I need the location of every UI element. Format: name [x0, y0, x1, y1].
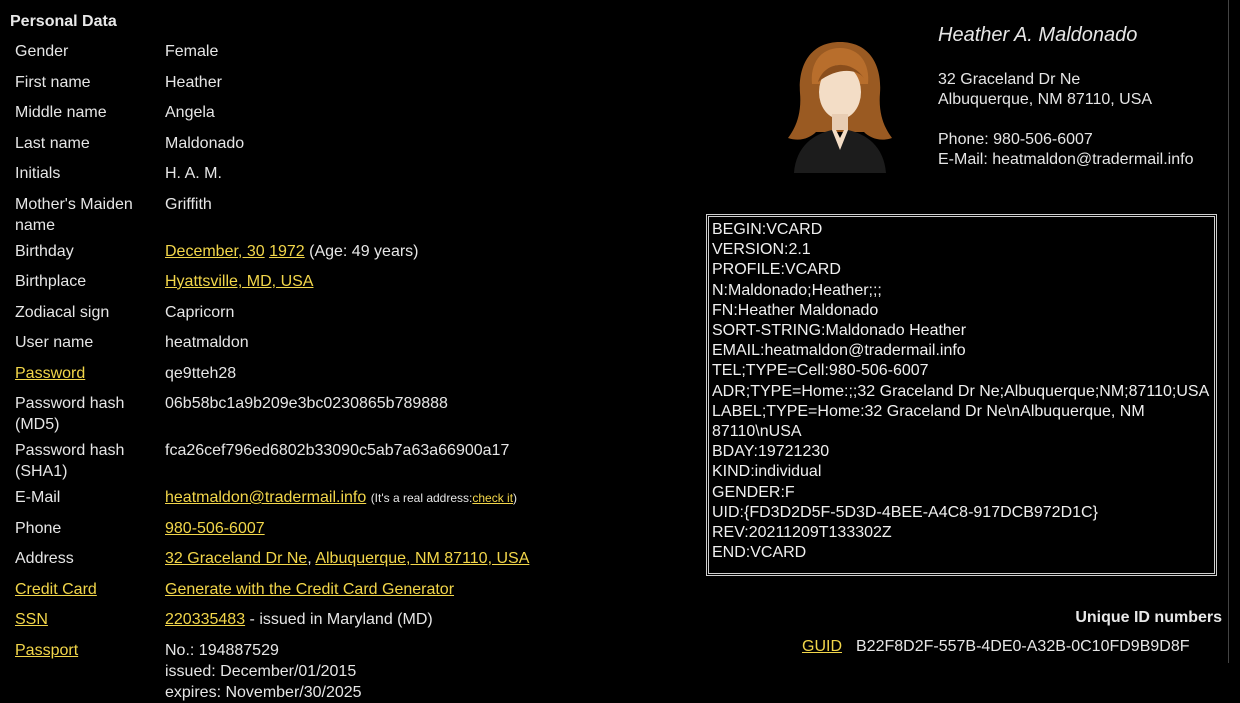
zodiac-label: Zodiacal sign: [15, 303, 110, 321]
first-name-label: First name: [15, 73, 91, 91]
zodiac-value: Capricorn: [165, 303, 235, 321]
street-link[interactable]: 32 Graceland Dr Ne: [165, 550, 307, 567]
address-separator: ,: [307, 550, 312, 567]
md5-label: Password hash (MD5): [15, 395, 125, 433]
birthplace-label: Birthplace: [15, 273, 87, 290]
birthday-year-link[interactable]: 1972: [269, 243, 305, 260]
email-note-close: ): [513, 491, 518, 505]
row-passport: Passport No.: 194887529 issued: December…: [10, 637, 670, 703]
guid-row: GUID B22F8D2F-557B-4DE0-A32B-0C10FD9B9D8F: [802, 638, 1189, 656]
person-email: E-Mail: heatmaldon@tradermail.info: [938, 151, 1194, 168]
vcard-line: UID:{FD3D2D5F-5D3D-4BEE-A4C8-917DCB972D1…: [712, 503, 1098, 521]
vcard-line: N:Maldonado;Heather;;;: [712, 281, 882, 299]
birthday-label: Birthday: [15, 242, 74, 260]
vcard-line: ADR;TYPE=Home:;;32 Graceland Dr Ne;Albuq…: [712, 382, 1210, 400]
row-birthplace: Birthplace Hyattsville, MD, USA: [10, 268, 670, 299]
row-gender: Gender Female: [10, 38, 670, 69]
maiden-name-value: Griffith: [165, 195, 212, 213]
username-label: User name: [15, 334, 94, 351]
row-md5: Password hash (MD5) 06b58bc1a9b209e3bc02…: [10, 390, 670, 437]
maiden-name-label: Mother's Maiden name: [15, 195, 133, 234]
guid-value: B22F8D2F-557B-4DE0-A32B-0C10FD9B9D8F: [856, 638, 1190, 655]
password-value: qe9tteh28: [165, 364, 237, 382]
birthplace-link[interactable]: Hyattsville, MD, USA: [165, 273, 313, 290]
row-maiden-name: Mother's Maiden name Griffith: [10, 191, 670, 238]
person-address-line2: Albuquerque, NM 87110, USA: [938, 91, 1153, 108]
birthday-date-link[interactable]: December, 30: [165, 243, 265, 260]
phone-link[interactable]: 980-506-6007: [165, 520, 265, 537]
unique-id-title: Unique ID numbers: [1075, 609, 1222, 626]
vcard-line: BDAY:19721230: [712, 443, 830, 461]
vcard-line: EMAIL:heatmaldon@tradermail.info: [712, 342, 966, 360]
address-label: Address: [15, 550, 74, 567]
passport-link[interactable]: Passport: [15, 642, 78, 659]
row-middle-name: Middle name Angela: [10, 99, 670, 130]
city-link[interactable]: Albuquerque, NM 87110, USA: [315, 550, 529, 567]
row-username: User name heatmaldon: [10, 329, 670, 360]
vcard-line: BEGIN:VCARD: [712, 221, 823, 238]
row-initials: Initials H. A. M.: [10, 160, 670, 191]
vcard-line: LABEL;TYPE=Home:32 Graceland Dr Ne\nAlbu…: [712, 402, 1150, 441]
personal-data-title: Personal Data: [10, 13, 117, 30]
phone-label: Phone: [15, 519, 62, 537]
person-address-line1: 32 Graceland Dr Ne: [938, 71, 1081, 88]
last-name-value: Maldonado: [165, 134, 245, 152]
vcard-line: PROFILE:VCARD: [712, 261, 841, 279]
first-name-value: Heather: [165, 73, 222, 91]
gender-label: Gender: [15, 43, 69, 60]
sha1-label: Password hash (SHA1): [15, 442, 125, 480]
passport-number: No.: 194887529: [165, 641, 279, 659]
sha1-value: fca26cef796ed6802b33090c5ab7a63a66900a17: [165, 442, 510, 459]
row-email: E-Mail heatmaldon@tradermail.info (It's …: [10, 484, 670, 515]
initials-label: Initials: [15, 165, 61, 182]
passport-issued: issued: December/01/2015: [165, 662, 357, 680]
vcard-line: REV:20211209T133302Z: [712, 524, 892, 542]
person-phone: Phone: 980-506-6007: [938, 131, 1093, 148]
gender-value: Female: [165, 43, 219, 60]
email-label: E-Mail: [15, 489, 61, 506]
last-name-label: Last name: [15, 134, 90, 152]
vcard-line: SORT-STRING:Maldonado Heather: [712, 322, 967, 340]
row-last-name: Last name Maldonado: [10, 130, 670, 161]
vcard-line: TEL;TYPE=Cell:980-506-6007: [712, 362, 929, 380]
cc-generator-link[interactable]: Generate with the Credit Card Generator: [165, 581, 454, 598]
credit-card-link[interactable]: Credit Card: [15, 581, 97, 598]
vcard-line: KIND:individual: [712, 463, 822, 481]
vcard-box: BEGIN:VCARD VERSION:2.1 PROFILE:VCARD N:…: [706, 214, 1217, 576]
person-name: Heather A. Maldonado: [938, 24, 1138, 46]
md5-value: 06b58bc1a9b209e3bc0230865b789888: [165, 395, 448, 412]
row-ssn: SSN 220335483 - issued in Maryland (MD): [10, 606, 670, 637]
email-note: (It's a real address:: [370, 491, 473, 505]
initials-value: H. A. M.: [165, 165, 222, 182]
age-text: (Age: 49 years): [309, 242, 419, 260]
guid-link[interactable]: GUID: [802, 638, 842, 655]
person-contact: 32 Graceland Dr Ne Albuquerque, NM 87110…: [938, 70, 1193, 170]
row-first-name: First name Heather: [10, 69, 670, 100]
vcard-line: VERSION:2.1: [712, 241, 811, 259]
vcard-line: GENDER:F: [712, 483, 795, 501]
row-password: Password qe9tteh28: [10, 360, 670, 391]
row-sha1: Password hash (SHA1) fca26cef796ed6802b3…: [10, 437, 670, 484]
check-it-link[interactable]: check it: [472, 491, 513, 505]
middle-name-value: Angela: [165, 104, 215, 121]
row-phone: Phone 980-506-6007: [10, 515, 670, 546]
username-value: heatmaldon: [165, 334, 249, 351]
passport-expires: expires: November/30/2025: [165, 683, 362, 701]
row-credit-card: Credit Card Generate with the Credit Car…: [10, 576, 670, 607]
personal-data-table: Gender Female First name Heather Middle …: [10, 38, 670, 703]
email-link[interactable]: heatmaldon@tradermail.info: [165, 489, 366, 506]
ssn-link[interactable]: SSN: [15, 611, 48, 628]
row-address: Address 32 Graceland Dr Ne, Albuquerque,…: [10, 545, 670, 576]
row-zodiac: Zodiacal sign Capricorn: [10, 299, 670, 330]
row-birthday: Birthday December, 30 1972 (Age: 49 year…: [10, 238, 670, 269]
vcard-line: FN:Heather Maldonado: [712, 301, 879, 319]
female-avatar-icon: [788, 42, 892, 173]
ssn-value-link[interactable]: 220335483: [165, 611, 245, 628]
middle-name-label: Middle name: [15, 104, 107, 121]
vcard-line: END:VCARD: [712, 544, 807, 562]
password-link[interactable]: Password: [15, 365, 85, 382]
ssn-issued: - issued in Maryland (MD): [249, 611, 433, 628]
